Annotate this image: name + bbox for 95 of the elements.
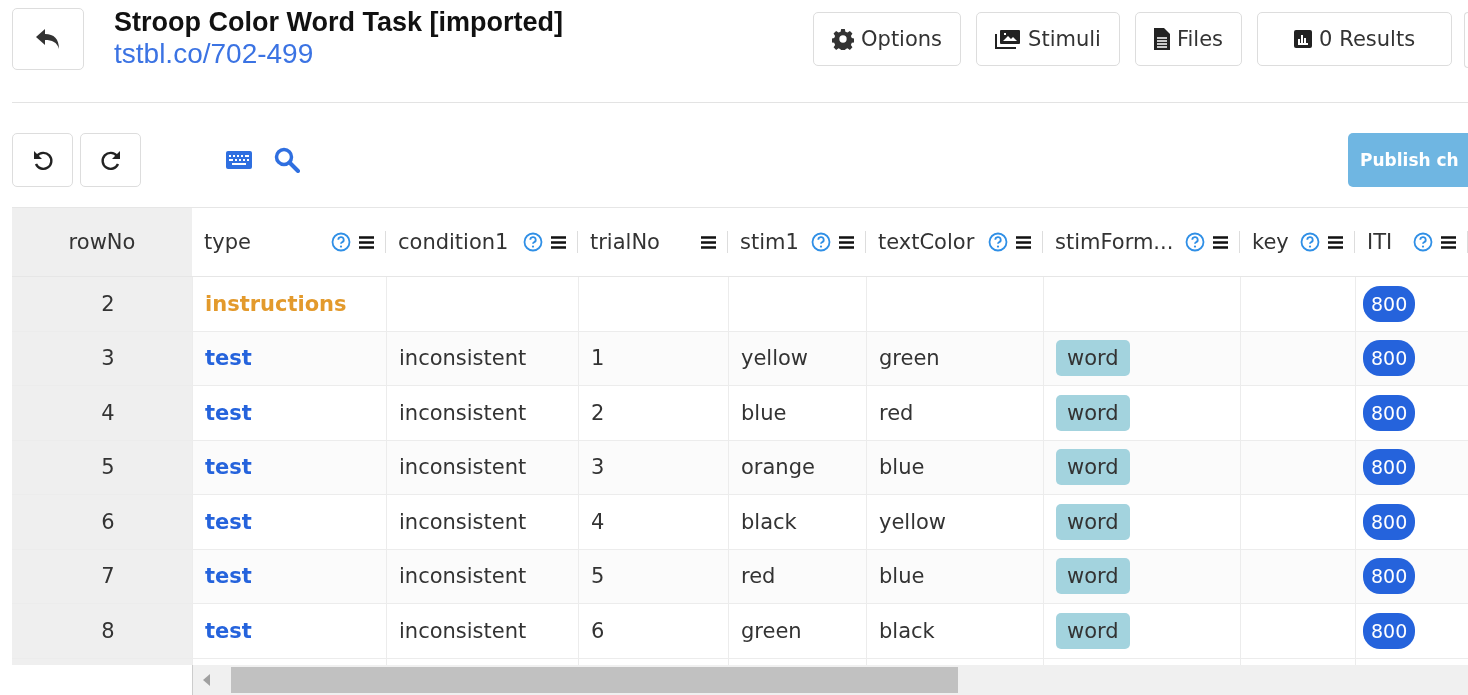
column-header[interactable]: textColor bbox=[878, 230, 975, 254]
table-cell: green bbox=[741, 618, 802, 643]
row-number: 7 bbox=[101, 564, 115, 589]
table-cell: blue bbox=[879, 564, 925, 589]
settings-icon bbox=[832, 28, 855, 50]
help-icon[interactable] bbox=[1185, 232, 1205, 252]
table-cell: inconsistent bbox=[399, 400, 527, 425]
table-cell: 4 bbox=[591, 509, 605, 534]
table-cell: green bbox=[879, 346, 940, 371]
column-header[interactable]: stim1 bbox=[740, 230, 799, 254]
table-cell: inconsistent bbox=[399, 564, 527, 589]
table-cell: 2 bbox=[591, 400, 605, 425]
search-icon[interactable] bbox=[274, 147, 300, 173]
horizontal-scrollbar[interactable] bbox=[192, 665, 1468, 695]
table-cell: 6 bbox=[591, 618, 605, 643]
back-arrow-icon bbox=[35, 28, 61, 50]
table-cell: 5 bbox=[591, 564, 605, 589]
format-tag: word bbox=[1056, 449, 1130, 486]
table-cell: blue bbox=[741, 400, 787, 425]
trial-type: test bbox=[205, 564, 252, 589]
help-icon[interactable] bbox=[331, 232, 351, 252]
file-icon bbox=[1153, 28, 1170, 50]
table-cell: red bbox=[741, 564, 776, 589]
menu-icon[interactable] bbox=[1213, 235, 1228, 249]
iti-badge: 800 bbox=[1363, 503, 1416, 540]
undo-button[interactable] bbox=[12, 133, 73, 187]
table-cell: inconsistent bbox=[399, 618, 527, 643]
table-cell: 1 bbox=[591, 346, 605, 371]
table-cell: blue bbox=[879, 455, 925, 480]
task-link[interactable]: tstbl.co/702-499 bbox=[114, 38, 563, 70]
help-icon[interactable] bbox=[1300, 232, 1320, 252]
column-header[interactable]: rowNo bbox=[68, 230, 136, 254]
row-number: 8 bbox=[101, 618, 115, 643]
menu-icon[interactable] bbox=[1016, 235, 1031, 249]
row-number: 2 bbox=[101, 291, 115, 316]
trial-type: test bbox=[205, 618, 252, 643]
menu-icon[interactable] bbox=[1441, 235, 1456, 249]
table-cell: inconsistent bbox=[399, 455, 527, 480]
column-header[interactable]: stimForm... bbox=[1055, 230, 1174, 254]
files-button[interactable]: Files bbox=[1134, 12, 1242, 66]
column-header[interactable]: key bbox=[1252, 230, 1289, 254]
options-button[interactable]: Options bbox=[813, 12, 962, 66]
row-number: 4 bbox=[101, 400, 115, 425]
scrollbar-thumb[interactable] bbox=[231, 667, 958, 693]
trial-type: test bbox=[205, 400, 252, 425]
table-cell: red bbox=[879, 400, 914, 425]
iti-badge: 800 bbox=[1363, 285, 1416, 322]
table-cell: black bbox=[741, 509, 797, 534]
iti-badge: 800 bbox=[1363, 612, 1416, 649]
help-icon[interactable] bbox=[523, 232, 543, 252]
row-number: 3 bbox=[101, 346, 115, 371]
stimuli-button[interactable]: Stimuli bbox=[976, 12, 1120, 66]
menu-icon[interactable] bbox=[1328, 235, 1343, 249]
trial-type: test bbox=[205, 346, 252, 371]
format-tag: word bbox=[1056, 394, 1130, 431]
redo-icon bbox=[99, 149, 122, 171]
trial-type: test bbox=[205, 509, 252, 534]
format-tag: word bbox=[1056, 340, 1130, 377]
iti-badge: 800 bbox=[1363, 340, 1416, 377]
column-header[interactable]: type bbox=[204, 230, 251, 254]
iti-badge: 800 bbox=[1363, 558, 1416, 595]
menu-icon[interactable] bbox=[551, 235, 566, 249]
table-cell: inconsistent bbox=[399, 346, 527, 371]
column-header[interactable]: ITI bbox=[1367, 230, 1393, 254]
table-cell: orange bbox=[741, 455, 815, 480]
keyboard-icon[interactable] bbox=[226, 151, 252, 169]
trial-type: instructions bbox=[205, 291, 347, 316]
table-cell: yellow bbox=[741, 346, 809, 371]
table-cell: black bbox=[879, 618, 935, 643]
column-header[interactable]: condition1 bbox=[398, 230, 509, 254]
column-header[interactable]: trialNo bbox=[590, 230, 660, 254]
undo-icon bbox=[31, 149, 54, 171]
iti-badge: 800 bbox=[1363, 449, 1416, 486]
task-title: Stroop Color Word Task [imported] bbox=[114, 7, 563, 38]
images-icon bbox=[995, 29, 1022, 49]
menu-icon[interactable] bbox=[839, 235, 854, 249]
bar-chart-icon bbox=[1293, 30, 1312, 48]
results-button[interactable]: 0 Results bbox=[1257, 12, 1452, 66]
redo-button[interactable] bbox=[80, 133, 141, 187]
help-icon[interactable] bbox=[1413, 232, 1433, 252]
format-tag: word bbox=[1056, 503, 1130, 540]
help-icon[interactable] bbox=[988, 232, 1008, 252]
back-button[interactable] bbox=[12, 8, 84, 70]
row-number: 5 bbox=[101, 455, 115, 480]
menu-icon[interactable] bbox=[359, 235, 374, 249]
trial-type: test bbox=[205, 455, 252, 480]
menu-icon[interactable] bbox=[701, 235, 716, 249]
format-tag: word bbox=[1056, 558, 1130, 595]
help-icon[interactable] bbox=[811, 232, 831, 252]
table-cell: yellow bbox=[879, 509, 947, 534]
row-number: 6 bbox=[101, 509, 115, 534]
iti-badge: 800 bbox=[1363, 394, 1416, 431]
table-cell: inconsistent bbox=[399, 509, 527, 534]
table-cell: 3 bbox=[591, 455, 605, 480]
format-tag: word bbox=[1056, 612, 1130, 649]
